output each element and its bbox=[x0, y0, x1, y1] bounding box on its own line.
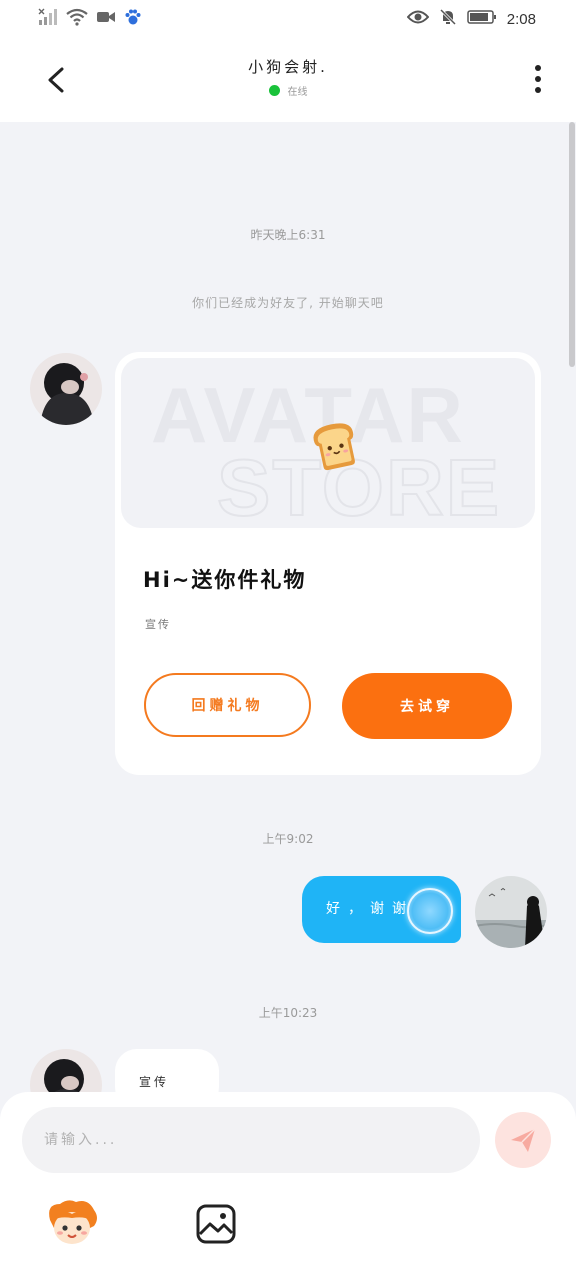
timestamp: 上午10:23 bbox=[258, 1006, 318, 1020]
video-icon bbox=[96, 9, 116, 29]
status-bar: 2:08 bbox=[0, 0, 576, 40]
image-button[interactable] bbox=[194, 1202, 238, 1246]
contact-avatar[interactable] bbox=[30, 353, 102, 425]
mascot-face-icon bbox=[49, 1200, 97, 1244]
card-title: Hi~送你件礼物 bbox=[143, 568, 307, 592]
signal-icon bbox=[38, 8, 58, 30]
incoming-message-text: 宣传 bbox=[139, 1075, 170, 1089]
more-vertical-icon bbox=[535, 65, 541, 93]
clock: 2:08 bbox=[506, 10, 536, 28]
timestamp: 昨天晚上6:31 bbox=[250, 228, 326, 242]
my-avatar[interactable] bbox=[475, 876, 547, 948]
outgoing-message-text: 好，谢谢 bbox=[326, 901, 414, 917]
message-input[interactable] bbox=[22, 1107, 480, 1173]
chat-header: 小狗会射. 在线 bbox=[0, 40, 576, 122]
eye-icon bbox=[406, 9, 430, 29]
composer bbox=[0, 1092, 576, 1280]
online-status-dot bbox=[268, 85, 280, 96]
chat-title: 小狗会射. bbox=[248, 58, 328, 76]
sticker-button[interactable] bbox=[44, 1198, 100, 1248]
avatar-store-banner: AVATAR STORE bbox=[121, 358, 535, 528]
gift-card-message[interactable]: AVATAR STORE Hi~送你件礼物 宣传 回赠礼物 去试穿 bbox=[115, 352, 541, 775]
return-gift-button[interactable]: 回赠礼物 bbox=[144, 673, 311, 737]
timestamp: 上午9:02 bbox=[262, 832, 314, 846]
try-on-button[interactable]: 去试穿 bbox=[342, 673, 512, 739]
send-plane-icon bbox=[511, 1128, 536, 1152]
paw-icon bbox=[124, 8, 142, 30]
card-subtitle: 宣传 bbox=[145, 618, 171, 631]
more-options-button[interactable] bbox=[528, 60, 548, 100]
image-icon bbox=[196, 1204, 236, 1244]
battery-icon bbox=[467, 9, 497, 29]
toast-bread-icon bbox=[307, 416, 363, 476]
wifi-icon bbox=[66, 8, 88, 30]
mute-bell-icon bbox=[439, 8, 457, 30]
scrollbar[interactable] bbox=[569, 122, 575, 367]
system-notice: 你们已经成为好友了, 开始聊天吧 bbox=[192, 296, 384, 310]
online-status-text: 在线 bbox=[287, 87, 308, 98]
outgoing-message-bubble[interactable]: 好，谢谢 bbox=[302, 876, 461, 943]
send-button[interactable] bbox=[495, 1112, 551, 1168]
bubble-decoration bbox=[407, 888, 453, 934]
